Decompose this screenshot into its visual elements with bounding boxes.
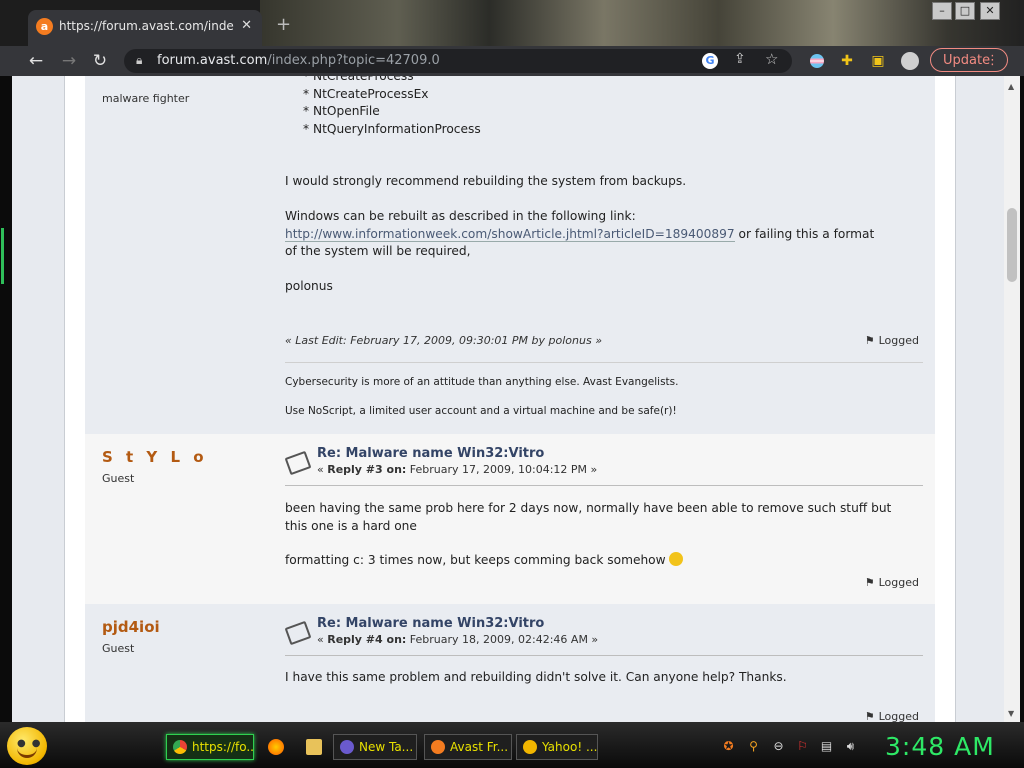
browser-icon: [340, 740, 354, 754]
desktop-sidebar-handle[interactable]: [1, 228, 4, 284]
extension-flag-icon[interactable]: [807, 51, 827, 71]
post-body: I have this same problem and rebuilding …: [285, 670, 787, 684]
firefox-icon[interactable]: [268, 739, 284, 755]
post-divider: [285, 485, 923, 486]
scroll-down-arrow-icon[interactable]: ▼: [1008, 709, 1014, 718]
bookmark-star-icon[interactable]: ☆: [765, 50, 778, 68]
desktop-edge: [1020, 76, 1024, 722]
minimize-button[interactable]: –: [932, 2, 952, 20]
avast-favicon-icon: a: [36, 18, 53, 35]
ip-logged-icon: ⚑: [864, 576, 875, 589]
signature: Cybersecurity is more of an attitude tha…: [285, 368, 678, 426]
action-center-flag-icon[interactable]: ⚐: [795, 739, 810, 754]
scroll-up-arrow-icon[interactable]: ▲: [1008, 82, 1014, 91]
logged-indicator: ⚑ Logged: [864, 576, 919, 589]
share-icon[interactable]: ⇪: [734, 51, 746, 67]
tab-close-icon[interactable]: ✕: [241, 18, 252, 33]
list-item: * NtCreateProcess: [303, 76, 414, 83]
post-body: formatting c: 3 times now, but keeps com…: [285, 552, 915, 570]
avast-tray-icon[interactable]: ✪: [721, 739, 736, 754]
forum-post: S t Y L o Guest Re: Malware name Win32:V…: [85, 434, 935, 604]
poster-group: Guest: [102, 642, 135, 655]
reload-icon[interactable]: ↻: [89, 50, 111, 72]
post-subject[interactable]: Re: Malware name Win32:Vitro: [317, 446, 544, 461]
post-paragraph: I would strongly recommend rebuilding th…: [285, 174, 687, 188]
article-link[interactable]: http://www.informationweek.com/showArtic…: [285, 226, 735, 242]
list-item: * NtOpenFile: [303, 104, 380, 118]
post-signoff: polonus: [285, 279, 333, 293]
confused-smiley-icon: [669, 552, 684, 566]
new-tab-button[interactable]: +: [276, 14, 291, 35]
list-item: * NtCreateProcessEx: [303, 86, 429, 101]
poster-name[interactable]: S t Y L o: [102, 448, 208, 466]
network-icon[interactable]: ▤: [819, 739, 834, 754]
poster-group: malware fighter: [102, 92, 190, 105]
taskbar-item-avast[interactable]: Avast Fr...: [424, 734, 512, 760]
post-body-list: * NtCreateProcess * NtCreateProcessEx * …: [285, 76, 915, 138]
window-titlebar: a https://forum.avast.com/index.php ✕ + …: [0, 0, 1024, 46]
clock[interactable]: 3:48 AM: [885, 732, 995, 761]
last-edit-note: « Last Edit: February 17, 2009, 09:30:01…: [285, 334, 602, 347]
signature-line: Cybersecurity is more of an attitude tha…: [285, 376, 679, 388]
taskbar-item-chrome[interactable]: https://fo...: [166, 734, 254, 760]
url-text[interactable]: forum.avast.com/index.php?topic=42709.0: [157, 53, 440, 68]
chrome-icon: [173, 740, 187, 754]
forum-content: malware fighter * NtCreateProcess * NtCr…: [64, 76, 956, 722]
lock-icon: 🔒︎: [136, 53, 143, 67]
avast-icon: [431, 740, 445, 754]
browser-toolbar: ← → ↻ 🔒︎ forum.avast.com/index.php?topic…: [0, 46, 1024, 76]
taskbar-item-yahoo[interactable]: Yahoo! ...: [516, 734, 598, 760]
tab-title: https://forum.avast.com/index.php: [59, 19, 234, 33]
post-subject-icon: [284, 450, 312, 476]
folder-icon[interactable]: [306, 739, 322, 755]
list-item: * NtQueryInformationProcess: [303, 121, 481, 136]
post-paragraph: Windows can be rebuilt as described in t…: [285, 209, 875, 258]
reply-info: « Reply #3 on: February 17, 2009, 10:04:…: [317, 463, 598, 476]
forum-post: malware fighter * NtCreateProcess * NtCr…: [85, 76, 935, 434]
back-arrow-icon[interactable]: ←: [25, 50, 47, 72]
volume-icon[interactable]: 🔊︎: [843, 739, 858, 754]
google-lens-icon[interactable]: G: [702, 53, 718, 69]
yahoo-smiley-icon: [523, 740, 537, 754]
post-subject[interactable]: Re: Malware name Win32:Vitro: [317, 616, 544, 631]
profile-avatar-icon[interactable]: [900, 51, 920, 71]
side-panel-icon[interactable]: ▣: [868, 51, 888, 71]
theme-background: [260, 0, 1024, 46]
taskbar: ●● https://fo... New Ta... Avast Fr... Y…: [0, 722, 1024, 768]
start-smiley-button[interactable]: ●●: [7, 727, 47, 765]
minus-circle-icon[interactable]: ⊖: [771, 739, 786, 754]
forum-post: pjd4ioi Guest Re: Malware name Win32:Vit…: [85, 604, 935, 722]
search-icon[interactable]: ⚲: [746, 739, 761, 754]
address-bar[interactable]: 🔒︎ forum.avast.com/index.php?topic=42709…: [124, 49, 792, 73]
post-body: been having the same prob here for 2 day…: [285, 501, 892, 533]
page-viewport: malware fighter * NtCreateProcess * NtCr…: [12, 76, 1004, 722]
signature-line: Use NoScript, a limited user account and…: [285, 405, 677, 417]
post-subject-icon: [284, 620, 312, 646]
poster-name[interactable]: pjd4ioi: [102, 618, 160, 636]
reply-info: « Reply #4 on: February 18, 2009, 02:42:…: [317, 633, 599, 646]
signature-divider: [285, 362, 923, 363]
browser-tab[interactable]: a https://forum.avast.com/index.php ✕: [28, 10, 262, 46]
close-window-button[interactable]: ✕: [980, 2, 1000, 20]
desktop-edge: [0, 76, 12, 722]
forward-arrow-icon[interactable]: →: [58, 50, 80, 72]
extensions-puzzle-icon[interactable]: ✚: [837, 51, 857, 71]
post-divider: [285, 655, 923, 656]
ip-logged-icon: ⚑: [864, 710, 875, 722]
poster-group: Guest: [102, 472, 135, 485]
update-button[interactable]: Update ⋮: [930, 48, 1008, 72]
scrollbar-thumb[interactable]: [1007, 208, 1017, 282]
ip-logged-icon: ⚑: [864, 334, 875, 347]
page-scrollbar[interactable]: ▲ ▼: [1004, 76, 1020, 722]
logged-indicator: ⚑ Logged: [864, 334, 919, 347]
maximize-button[interactable]: □: [955, 2, 975, 20]
taskbar-item-new-tab[interactable]: New Ta...: [333, 734, 417, 760]
logged-indicator: ⚑ Logged: [864, 710, 919, 722]
